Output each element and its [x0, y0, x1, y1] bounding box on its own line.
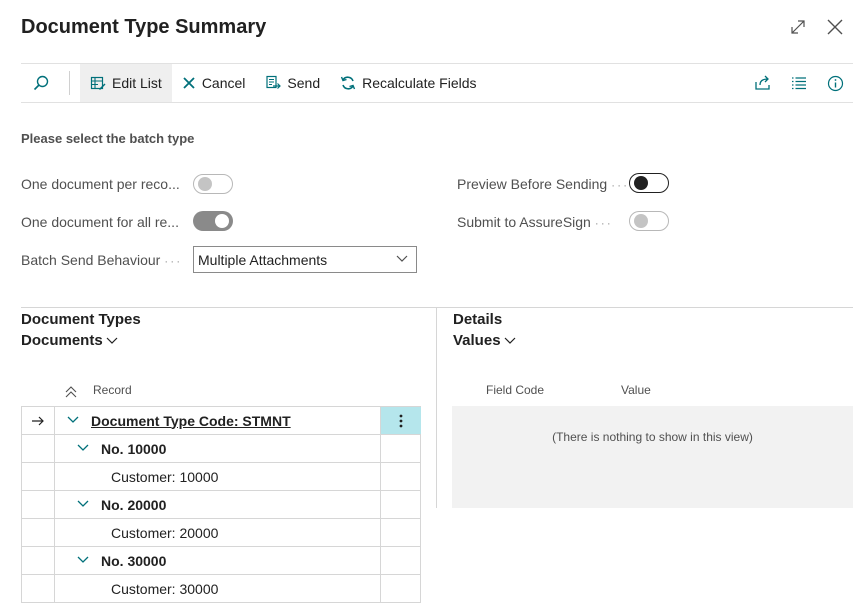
record-text: No. 20000 — [101, 496, 167, 513]
row-actions-cell[interactable] — [380, 519, 421, 546]
row-selector-cell[interactable] — [22, 575, 55, 602]
batch-send-behaviour-label: Batch Send Behaviour ··· — [21, 252, 183, 268]
chevron-down-icon — [106, 337, 118, 344]
info-button[interactable] — [817, 64, 853, 102]
row-actions-cell[interactable] — [380, 407, 421, 434]
table-row[interactable]: Customer: 10000 — [21, 463, 421, 491]
field-code-column-header[interactable]: Field Code — [486, 383, 544, 397]
section-divider — [21, 307, 853, 308]
close-icon — [827, 19, 843, 35]
edit-list-label: Edit List — [112, 75, 162, 91]
record-text: No. 10000 — [101, 440, 167, 457]
row-actions-cell[interactable] — [380, 547, 421, 574]
edit-list-icon — [90, 76, 106, 90]
submit-to-assuresign-toggle[interactable] — [629, 211, 669, 231]
table-row[interactable]: No. 30000 — [21, 547, 421, 575]
preview-before-sending-toggle[interactable] — [629, 173, 669, 193]
row-selector-cell[interactable] — [22, 547, 55, 574]
values-view-selector[interactable]: Values — [453, 332, 516, 349]
documents-view-selector[interactable]: Documents — [21, 332, 118, 349]
row-actions-cell[interactable] — [380, 435, 421, 462]
record-column-header[interactable]: Record — [93, 383, 132, 397]
search-button[interactable] — [21, 64, 61, 102]
recalculate-fields-label: Recalculate Fields — [362, 75, 477, 91]
batch-type-section-title: Please select the batch type — [21, 131, 195, 146]
one-for-all-toggle[interactable] — [193, 211, 233, 231]
send-button[interactable]: Send — [255, 64, 330, 102]
row-selector-cell[interactable] — [22, 491, 55, 518]
row-selector-cell[interactable] — [22, 407, 55, 434]
row-selector-cell[interactable] — [22, 463, 55, 490]
details-title: Details — [453, 311, 503, 328]
row-selector-cell[interactable] — [22, 435, 55, 462]
values-view-label: Values — [453, 332, 501, 349]
chevron-down-icon — [396, 255, 408, 262]
list-view-button[interactable] — [781, 64, 817, 102]
parts-divider — [436, 308, 437, 508]
record-link[interactable]: Document Type Code: STMNT — [91, 407, 291, 434]
share-button[interactable] — [745, 64, 781, 102]
batch-send-behaviour-value: Multiple Attachments — [198, 252, 328, 268]
cancel-button[interactable]: Cancel — [172, 64, 256, 102]
document-types-grid: Document Type Code: STMNT No. 10000 Cust… — [21, 406, 421, 603]
batch-send-behaviour-text: Batch Send Behaviour — [21, 252, 161, 268]
details-empty-area: (There is nothing to show in this view) — [452, 406, 853, 508]
cancel-label: Cancel — [201, 75, 246, 91]
search-icon — [33, 75, 49, 91]
cancel-icon — [183, 77, 195, 89]
toolbar-right — [745, 64, 853, 102]
expand-button[interactable] — [785, 14, 811, 40]
row-selector-cell[interactable] — [22, 519, 55, 546]
value-column-header[interactable]: Value — [621, 383, 651, 397]
preview-before-sending-text: Preview Before Sending — [457, 176, 608, 192]
expand-icon — [791, 20, 805, 34]
batch-send-behaviour-select[interactable]: Multiple Attachments — [193, 246, 417, 273]
action-bar: Edit List Cancel Send Recalculate Fields — [21, 63, 853, 103]
more-options-icon — [399, 414, 403, 427]
chevron-down-icon[interactable] — [77, 444, 89, 452]
one-per-record-toggle[interactable] — [193, 174, 233, 194]
arrow-right-icon — [32, 416, 44, 425]
empty-message: (There is nothing to show in this view) — [552, 430, 753, 444]
send-document-icon — [266, 75, 282, 89]
close-button[interactable] — [822, 14, 848, 40]
record-text: Customer: 30000 — [111, 580, 219, 597]
collapse-all-icon[interactable] — [64, 385, 78, 399]
submit-to-assuresign-text: Submit to AssureSign — [457, 214, 591, 230]
share-icon — [755, 75, 770, 90]
one-for-all-label: One document for all re... — [21, 214, 179, 230]
table-row[interactable]: Customer: 20000 — [21, 519, 421, 547]
document-types-title: Document Types — [21, 311, 141, 328]
recalculate-fields-button[interactable]: Recalculate Fields — [330, 64, 486, 102]
table-row[interactable]: No. 20000 — [21, 491, 421, 519]
record-text: Customer: 10000 — [111, 468, 219, 485]
chevron-down-icon — [504, 337, 515, 344]
record-text: Customer: 20000 — [111, 524, 219, 541]
chevron-down-icon[interactable] — [77, 556, 89, 564]
table-row[interactable]: No. 10000 — [21, 435, 421, 463]
row-actions-cell[interactable] — [380, 463, 421, 490]
row-actions-cell[interactable] — [380, 491, 421, 518]
list-icon — [792, 77, 806, 90]
submit-to-assuresign-label: Submit to AssureSign ··· — [457, 214, 613, 230]
row-actions-cell[interactable] — [380, 575, 421, 602]
refresh-icon — [340, 76, 356, 90]
send-label: Send — [287, 75, 321, 91]
table-row[interactable]: Document Type Code: STMNT — [21, 407, 421, 435]
one-per-record-label: One document per reco... — [21, 176, 180, 192]
info-icon — [827, 75, 843, 91]
documents-view-label: Documents — [21, 332, 103, 349]
page-title: Document Type Summary — [21, 16, 267, 38]
chevron-down-icon[interactable] — [77, 500, 89, 508]
chevron-down-icon[interactable] — [67, 416, 79, 424]
edit-list-button[interactable]: Edit List — [80, 64, 172, 102]
toolbar-separator — [69, 71, 70, 95]
record-text: No. 30000 — [101, 552, 167, 569]
preview-before-sending-label: Preview Before Sending ··· — [457, 176, 630, 192]
table-row[interactable]: Customer: 30000 — [21, 575, 421, 603]
